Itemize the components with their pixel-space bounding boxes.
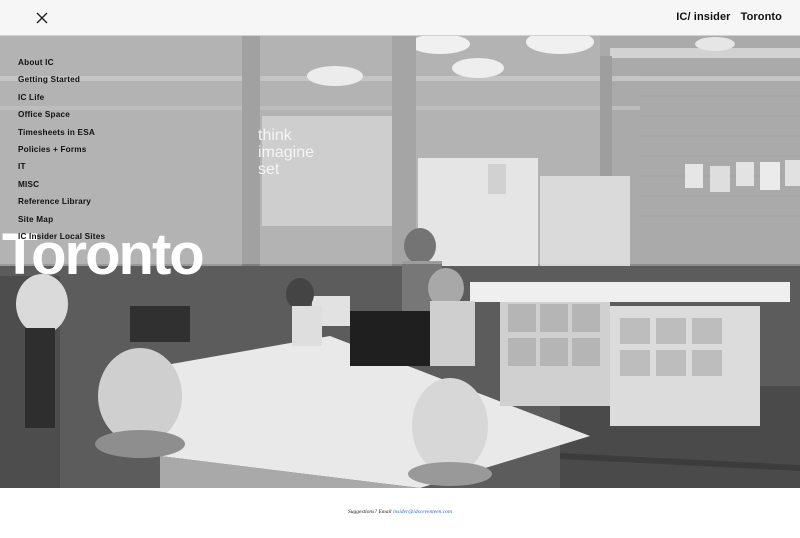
nav-item-office-space[interactable]: Office Space	[18, 109, 105, 126]
nav-item-about-ic[interactable]: About IC	[18, 57, 105, 74]
nav-item-it[interactable]: IT	[18, 161, 105, 178]
site-brand: IC/ insider Toronto	[676, 11, 782, 23]
top-bar: IC/ insider Toronto	[0, 0, 800, 36]
nav-item-getting-started[interactable]: Getting Started	[18, 74, 105, 91]
footer: Suggestions? Email insider@idsceventeen.…	[0, 488, 800, 538]
nav-item-local-sites[interactable]: IC Insider Local Sites	[18, 231, 105, 248]
side-nav: About IC Getting Started IC Life Office …	[18, 57, 105, 248]
close-icon[interactable]	[34, 10, 50, 26]
footer-suggestions: Suggestions? Email insider@idsceventeen.…	[0, 509, 800, 515]
hero-image: think imagine set Toronto	[0, 36, 800, 488]
nav-item-timesheets[interactable]: Timesheets in ESA	[18, 127, 105, 144]
nav-item-site-map[interactable]: Site Map	[18, 214, 105, 231]
nav-item-ic-life[interactable]: IC Life	[18, 92, 105, 109]
location-link[interactable]: Toronto	[741, 11, 782, 23]
footer-prefix: Suggestions? Email	[348, 509, 392, 515]
footer-email-link[interactable]: insider@idsceventeen.com	[393, 509, 452, 515]
nav-item-policies-forms[interactable]: Policies + Forms	[18, 144, 105, 161]
nav-item-misc[interactable]: MISC	[18, 179, 105, 196]
brand-link[interactable]: IC/ insider	[676, 11, 730, 23]
nav-item-reference-library[interactable]: Reference Library	[18, 196, 105, 213]
